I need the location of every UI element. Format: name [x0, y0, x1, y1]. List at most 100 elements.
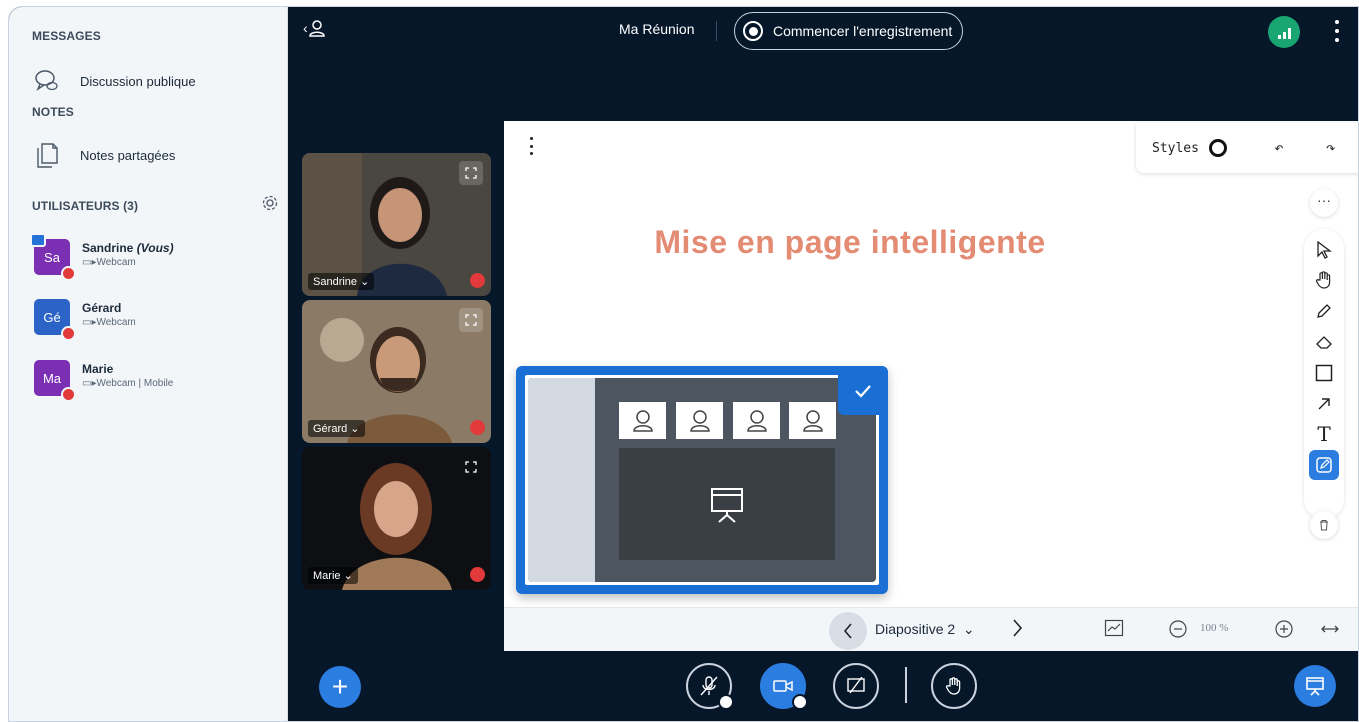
video-name-label: Gérard ⌄	[308, 420, 365, 437]
video-name-label: Marie ⌄	[308, 567, 358, 584]
user-list-item[interactable]: Gé Gérard ▭▸Webcam	[34, 299, 136, 341]
arrow-tool-icon[interactable]	[1304, 389, 1344, 419]
video-tile[interactable]: Gérard ⌄	[302, 300, 491, 443]
chevron-up-icon[interactable]	[718, 694, 734, 710]
user-status: ▭▸Webcam	[82, 317, 136, 328]
public-chat-label: Discussion publique	[80, 73, 196, 89]
user-list-item[interactable]: Ma Marie ▭▸Webcam | Mobile	[34, 360, 173, 402]
hand-tool-icon[interactable]	[1304, 265, 1344, 295]
zoom-out-icon[interactable]	[1168, 619, 1188, 644]
user-icon	[789, 402, 836, 439]
user-icon	[733, 402, 780, 439]
slide-selector[interactable]: Diapositive 2 ⌄	[875, 621, 975, 638]
avatar: Ma	[34, 360, 76, 402]
shared-notes-label: Notes partagées	[80, 147, 176, 163]
screen-share-button[interactable]	[833, 663, 879, 709]
notes-section-title: NOTES	[32, 105, 74, 119]
check-icon	[838, 367, 888, 415]
mic-off-icon	[470, 273, 485, 288]
mic-off-icon	[61, 266, 76, 281]
user-status: ▭▸Webcam	[82, 257, 136, 268]
more-tools-icon[interactable]: ···	[1310, 189, 1338, 217]
chart-icon[interactable]	[1104, 619, 1124, 642]
mic-off-icon	[700, 676, 718, 696]
mic-off-icon	[470, 567, 485, 582]
stroke-style-icon[interactable]	[1208, 139, 1227, 157]
text-tool-icon[interactable]: T	[1304, 419, 1344, 449]
toggle-userlist-button[interactable]: ‹	[303, 19, 326, 37]
chevron-up-icon[interactable]	[792, 694, 808, 710]
styles-label[interactable]: Styles	[1152, 141, 1199, 156]
actions-plus-button[interactable]: +	[319, 666, 361, 708]
messages-section-title: MESSAGES	[32, 29, 101, 43]
sidebar: MESSAGES Discussion publique NOTES Notes…	[9, 7, 288, 721]
mic-off-icon	[470, 420, 485, 435]
presentation-footer: Diapositive 2 ⌄ 100 %	[504, 607, 1358, 651]
divider	[716, 21, 717, 41]
expand-icon[interactable]	[459, 308, 483, 332]
fit-width-icon[interactable]	[1320, 622, 1340, 641]
divider	[905, 667, 907, 703]
webcam-button[interactable]	[760, 663, 808, 710]
presentation-screen-icon	[619, 448, 835, 560]
user-name: Gérard	[82, 301, 122, 315]
user-name: Marie	[82, 362, 114, 376]
style-toolbar: Styles ↶ ↷	[1136, 123, 1358, 173]
record-icon	[743, 21, 763, 41]
select-tool-icon[interactable]	[1304, 235, 1344, 265]
whiteboard-toolbar: T	[1304, 229, 1344, 519]
raise-hand-button[interactable]	[931, 663, 977, 709]
user-icon	[676, 402, 723, 439]
microphone-button[interactable]	[686, 663, 734, 710]
eraser-tool-icon[interactable]	[1304, 327, 1344, 357]
video-tile[interactable]: Sandrine ⌄	[302, 153, 491, 296]
shared-notes-item[interactable]: Notes partagées	[32, 140, 175, 170]
presentation-area: Styles ↶ ↷ Mise en page intelligente ···…	[504, 121, 1358, 651]
rectangle-tool-icon[interactable]	[1304, 358, 1344, 388]
notes-icon	[32, 140, 62, 170]
user-icon	[619, 402, 666, 439]
smart-layout-card[interactable]	[516, 366, 888, 594]
public-chat-item[interactable]: Discussion publique	[32, 66, 196, 96]
trash-icon[interactable]	[1310, 511, 1338, 539]
video-tile[interactable]: Marie ⌄	[302, 447, 491, 590]
presenter-icon	[30, 233, 46, 247]
users-section-title: UTILISATEURS (3)	[32, 199, 139, 213]
next-slide-button[interactable]	[1011, 618, 1023, 643]
redo-icon[interactable]: ↷	[1326, 138, 1336, 157]
options-menu-icon[interactable]	[1334, 20, 1340, 42]
presentation-options-icon[interactable]	[528, 137, 534, 155]
presentation-icon	[1306, 677, 1324, 696]
connection-status-icon[interactable]	[1268, 16, 1300, 48]
top-bar: ‹ Ma Réunion Commencer l'enregistrement	[289, 7, 1358, 57]
app-window: MESSAGES Discussion publique NOTES Notes…	[8, 6, 1359, 722]
zoom-in-icon[interactable]	[1274, 619, 1294, 644]
gear-icon[interactable]	[261, 194, 279, 212]
camera-icon	[773, 680, 793, 692]
zoom-level: 100 %	[1200, 622, 1229, 634]
meeting-title: Ma Réunion	[619, 21, 695, 37]
chevron-left-icon	[843, 623, 852, 639]
start-recording-button[interactable]: Commencer l'enregistrement	[734, 12, 964, 50]
avatar: Gé	[34, 299, 76, 341]
chat-icon	[32, 66, 62, 96]
layout-preview	[528, 378, 876, 582]
pencil-tool-icon[interactable]	[1304, 296, 1344, 326]
chevron-right-icon	[1013, 619, 1023, 637]
expand-icon[interactable]	[459, 455, 483, 479]
previous-slide-button[interactable]	[829, 612, 867, 650]
video-name-label: Sandrine ⌄	[308, 273, 375, 290]
presentation-toggle-button[interactable]	[1294, 665, 1336, 707]
user-name: Sandrine (Vous)	[82, 241, 174, 255]
hand-icon	[945, 677, 961, 695]
mic-off-icon	[61, 387, 76, 402]
avatar: Sa	[30, 233, 76, 281]
undo-icon[interactable]: ↶	[1274, 138, 1284, 157]
user-list-item[interactable]: Sa Sandrine (Vous) ▭▸Webcam	[30, 233, 174, 281]
user-icon	[308, 20, 325, 37]
record-label: Commencer l'enregistrement	[773, 23, 953, 39]
mic-off-icon	[61, 326, 76, 341]
expand-icon[interactable]	[459, 161, 483, 185]
slide-title: Mise en page intelligente	[654, 224, 1046, 260]
note-tool-icon[interactable]	[1309, 450, 1339, 480]
